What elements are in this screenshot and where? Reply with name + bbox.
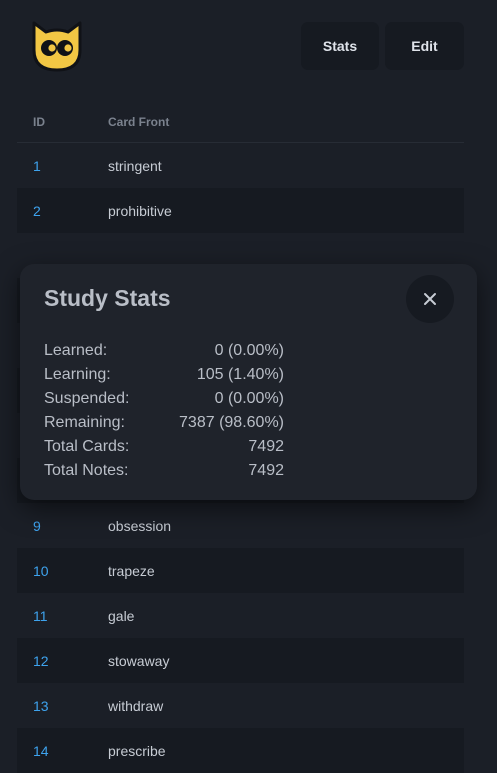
table-header: ID Card Front bbox=[17, 100, 464, 143]
table-row[interactable]: 2 prohibitive bbox=[17, 188, 464, 233]
row-card-front: obsession bbox=[108, 518, 172, 534]
row-card-front: stowaway bbox=[108, 653, 170, 669]
study-stats-modal: Study Stats Learned: 0 (0.00%) Learning:… bbox=[20, 264, 477, 500]
stat-label: Learning: bbox=[44, 366, 111, 383]
edit-button-label: Edit bbox=[411, 38, 438, 54]
row-id[interactable]: 1 bbox=[33, 158, 41, 174]
table-row[interactable]: 1 stringent bbox=[17, 143, 464, 188]
stat-value: 0 (0.00%) bbox=[214, 342, 284, 359]
close-button[interactable] bbox=[406, 275, 454, 323]
column-header-id: ID bbox=[33, 115, 45, 129]
table-row[interactable]: 12 stowaway bbox=[17, 638, 464, 683]
row-card-front: withdraw bbox=[108, 698, 164, 714]
stat-label: Learned: bbox=[44, 342, 108, 359]
row-id[interactable]: 12 bbox=[33, 653, 49, 669]
stat-value: 7387 (98.60%) bbox=[179, 414, 284, 431]
stat-value: 105 (1.40%) bbox=[196, 366, 284, 383]
table-row[interactable]: 10 trapeze bbox=[17, 548, 464, 593]
stat-label: Suspended: bbox=[44, 390, 130, 407]
stat-label: Remaining: bbox=[44, 414, 125, 431]
row-id[interactable]: 9 bbox=[33, 518, 41, 534]
stat-label: Total Notes: bbox=[44, 462, 129, 479]
stat-value: 0 (0.00%) bbox=[214, 390, 284, 407]
stat-row-remaining: Remaining: 7387 (98.60%) bbox=[44, 414, 284, 438]
row-id[interactable]: 2 bbox=[33, 203, 41, 219]
row-id[interactable]: 14 bbox=[33, 743, 49, 759]
edit-button[interactable]: Edit bbox=[385, 22, 464, 70]
stat-row-total-cards: Total Cards: 7492 bbox=[44, 438, 284, 462]
row-id[interactable]: 13 bbox=[33, 698, 49, 714]
logo-cat-icon[interactable] bbox=[28, 18, 86, 74]
close-icon bbox=[424, 293, 436, 305]
stat-row-learned: Learned: 0 (0.00%) bbox=[44, 342, 284, 366]
stat-row-total-notes: Total Notes: 7492 bbox=[44, 462, 284, 486]
table-row[interactable]: 14 prescribe bbox=[17, 728, 464, 773]
row-id[interactable]: 10 bbox=[33, 563, 49, 579]
row-card-front: trapeze bbox=[108, 563, 155, 579]
table-row[interactable]: 13 withdraw bbox=[17, 683, 464, 728]
row-card-front: gale bbox=[108, 608, 135, 624]
stat-row-suspended: Suspended: 0 (0.00%) bbox=[44, 390, 284, 414]
table-row[interactable]: 11 gale bbox=[17, 593, 464, 638]
stat-label: Total Cards: bbox=[44, 438, 130, 455]
stats-button[interactable]: Stats bbox=[301, 22, 379, 70]
row-id[interactable]: 11 bbox=[33, 608, 48, 624]
stats-button-label: Stats bbox=[322, 38, 358, 54]
table-row[interactable]: 9 obsession bbox=[17, 503, 464, 548]
modal-title: Study Stats bbox=[44, 285, 171, 311]
row-card-front: stringent bbox=[108, 158, 162, 174]
column-header-card-front: Card Front bbox=[108, 115, 170, 129]
stat-value: 7492 bbox=[248, 438, 284, 455]
stat-row-learning: Learning: 105 (1.40%) bbox=[44, 366, 284, 390]
row-card-front: prohibitive bbox=[108, 203, 172, 219]
row-card-front: prescribe bbox=[108, 743, 166, 759]
stat-value: 7492 bbox=[248, 462, 284, 479]
